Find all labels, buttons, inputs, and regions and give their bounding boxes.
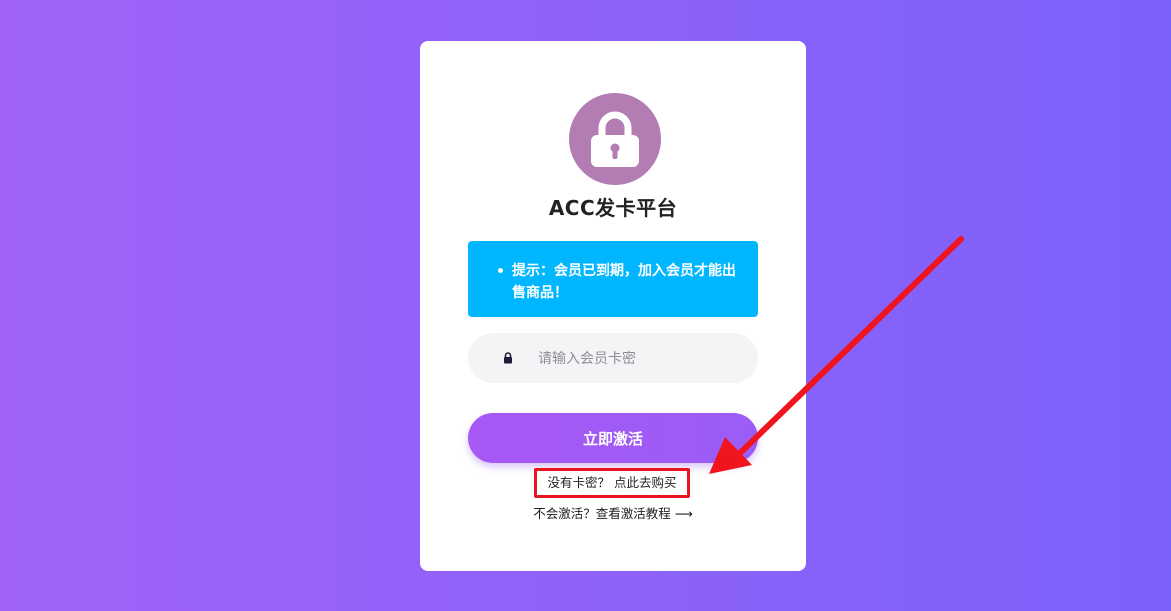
card-key-field[interactable] [468,333,758,385]
avatar [569,93,661,185]
bullet-icon: • [496,264,505,280]
lock-icon [504,352,512,364]
alert-text: 提示：会员已到期，加入会员才能出售商品！ [512,263,736,301]
activate-button[interactable]: 立即激活 [468,413,758,463]
page-title: ACC发卡平台 [548,196,678,220]
lock-icon [591,111,639,167]
buy-card-key-link[interactable]: 没有卡密？ 点此去购买 [534,468,690,498]
activation-tutorial-link[interactable]: 不会激活？查看激活教程 ⟶ [420,503,806,522]
card-key-input[interactable] [536,333,740,385]
membership-expired-alert: • 提示：会员已到期，加入会员才能出售商品！ [468,241,758,317]
activation-card: ACC发卡平台 • 提示：会员已到期，加入会员才能出售商品！ 立即激活 没有卡密… [420,41,806,571]
